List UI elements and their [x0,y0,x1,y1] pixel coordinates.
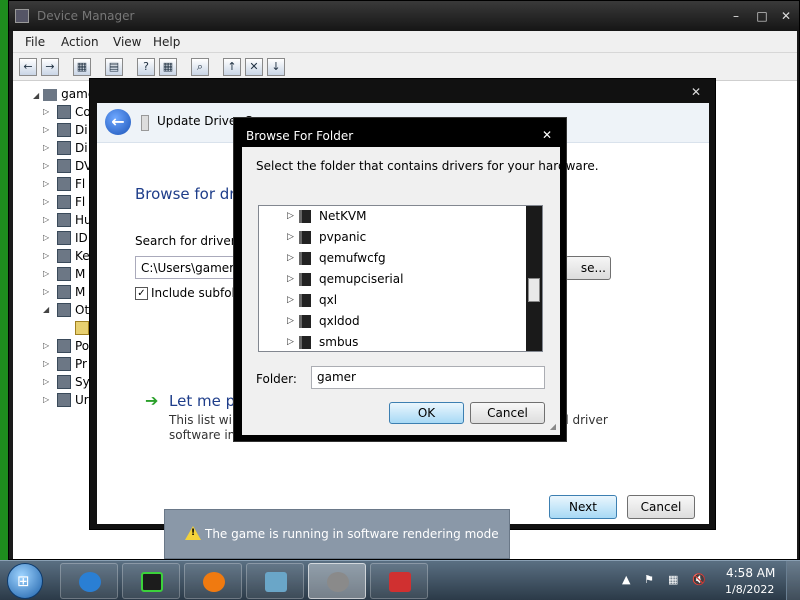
notification-text: The game is running in software renderin… [205,527,499,541]
folder-icon [299,231,311,244]
close-icon[interactable]: ✕ [691,85,701,99]
device-manager-icon [15,9,29,23]
device-icon [57,105,71,119]
settings-gear-icon [327,572,349,592]
folder-icon [299,294,311,307]
device-icon [57,303,71,317]
device-icon [57,141,71,155]
green-arrow-icon: ➔ [145,391,159,410]
device-icon [57,159,71,173]
dialog-title: Browse For Folder [246,129,354,143]
device-icon [57,267,71,281]
device-icon [57,123,71,137]
device-icon [57,357,71,371]
close-icon[interactable]: ✕ [779,9,793,23]
folder-tree[interactable]: ▷ NetKVM ▷ pvpanic ▷ qemufwcfg ▷ qemupciseri… [258,205,543,352]
media-player-icon [203,572,225,592]
device-icon [57,393,71,407]
volume-muted-icon[interactable]: 🔇 [692,573,706,586]
minimize-icon[interactable]: – [729,9,743,23]
taskbar-nvidia[interactable] [122,563,180,599]
taskbar-toolbox[interactable] [370,563,428,599]
let-me-pick-link[interactable]: Let me pi [169,392,239,410]
taskbar-notepad[interactable] [246,563,304,599]
scrollbar[interactable] [526,206,542,351]
show-hidden-icons-icon[interactable]: ▲ [622,573,630,586]
browse-folder-dialog: Browse For Folder ✕ Select the folder th… [233,117,599,442]
device-manager-titlebar[interactable]: Device Manager – □ ✕ [9,1,799,31]
folder-icon [299,315,311,328]
clock-time[interactable]: 4:58 AM [726,566,775,580]
flag-icon[interactable]: ⚑ [644,573,654,586]
maximize-icon[interactable]: □ [755,9,769,23]
wizard-heading: Browse for dri [135,185,240,203]
list-icon[interactable]: ▤ [105,58,123,76]
warning-icon: ! [185,526,201,540]
dialog-message: Select the folder that contains drivers … [256,159,599,173]
update-driver-icon[interactable]: ↑ [223,58,241,76]
windows-logo-icon: ⊞ [17,572,30,590]
device-manager-title: Device Manager [37,9,135,23]
cancel-button[interactable]: Cancel [470,402,545,424]
include-subfolders-checkbox[interactable]: ✓ [135,287,148,300]
taskbar-ie[interactable] [60,563,118,599]
menu-view[interactable]: View [113,35,141,49]
show-desktop-button[interactable] [786,561,800,600]
taskbar-media-player[interactable] [184,563,242,599]
resize-grip-icon[interactable]: ◢ [550,422,556,431]
tree-root[interactable]: ◢ game [33,85,95,103]
menu-action[interactable]: Action [61,35,99,49]
folder-label: Folder: [256,372,297,386]
close-icon[interactable]: ✕ [542,128,552,142]
device-icon [141,115,149,131]
device-icon [57,285,71,299]
toolbox-icon [389,572,411,592]
cancel-button[interactable]: Cancel [627,495,695,519]
back-arrow-icon[interactable]: ← [19,58,37,76]
folder-icon [299,210,311,223]
dialog-body: Select the folder that contains drivers … [242,147,599,435]
device-icon [57,195,71,209]
taskbar: ⊞ ▲ ⚑ ▦ 🔇 4:58 AM 1/8/2022 [0,560,800,600]
folder-icon [299,273,311,286]
network-icon[interactable]: ▦ [668,573,678,586]
folder-icon [299,252,311,265]
notepad-icon [265,572,287,592]
let-me-pick-desc: ll driver [562,413,608,427]
menu-bar: File Action View Help [13,31,797,53]
uninstall-device-icon[interactable]: ↓ [267,58,285,76]
nvidia-icon [141,572,163,592]
taskbar-settings[interactable] [308,563,366,599]
back-arrow-icon[interactable]: ← [105,109,131,135]
start-button[interactable]: ⊞ [7,563,43,599]
device-icon [57,177,71,191]
device-icon [57,375,71,389]
device-icon [57,231,71,245]
browse-button[interactable]: se... [565,256,611,280]
scan-hardware-icon[interactable]: ⌕ [191,58,209,76]
disable-device-icon[interactable]: ✕ [245,58,263,76]
toolbar: ← → ▦ ▤ ? ▦ ⌕ ↑ ✕ ↓ [13,53,797,81]
folder-icon [299,336,311,349]
scrollbar-thumb[interactable] [528,278,540,302]
driver-path-input[interactable]: C:\Users\gamer\D [135,256,245,279]
include-subfolders-label: Include subfold [151,286,243,300]
properties-icon[interactable]: ▦ [73,58,91,76]
folder-input[interactable]: gamer [311,366,545,389]
forward-arrow-icon[interactable]: → [41,58,59,76]
clock-date[interactable]: 1/8/2022 [725,583,774,596]
device-icon [57,249,71,263]
help-icon[interactable]: ? [137,58,155,76]
device-icon [57,339,71,353]
internet-explorer-icon [79,572,101,592]
unknown-device-icon [75,321,89,335]
view-icon[interactable]: ▦ [159,58,177,76]
ok-button[interactable]: OK [389,402,464,424]
menu-help[interactable]: Help [153,35,180,49]
menu-file[interactable]: File [25,35,45,49]
device-icon [57,213,71,227]
notification-toast[interactable]: ! The game is running in software render… [164,509,510,559]
next-button[interactable]: Next [549,495,617,519]
